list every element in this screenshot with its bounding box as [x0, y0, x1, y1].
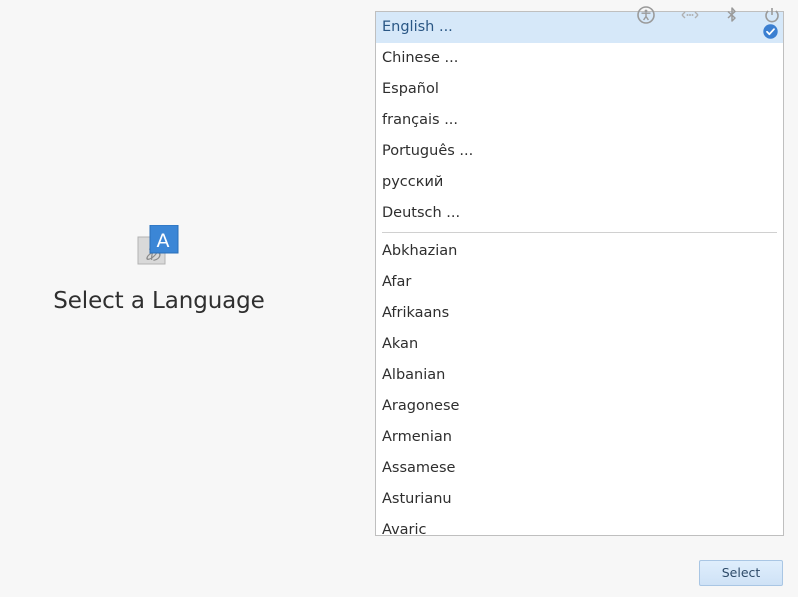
language-label: Português ... — [382, 143, 474, 159]
language-item[interactable]: Assamese — [376, 453, 783, 484]
power-icon[interactable] — [762, 5, 782, 25]
language-item[interactable]: Avaric — [376, 515, 783, 536]
language-label: Deutsch ... — [382, 205, 461, 221]
language-label: English ... — [382, 19, 453, 35]
language-item[interactable]: русский — [376, 167, 783, 198]
network-icon[interactable] — [679, 5, 699, 25]
language-label: Avaric — [382, 522, 427, 536]
language-item[interactable]: Español — [376, 74, 783, 105]
language-label: Español — [382, 81, 439, 97]
language-item[interactable]: Akan — [376, 329, 783, 360]
language-item[interactable]: Aragonese — [376, 391, 783, 422]
language-label: Aragonese — [382, 398, 460, 414]
language-item[interactable]: Deutsch ... — [376, 198, 783, 229]
language-item[interactable]: français ... — [376, 105, 783, 136]
language-selection-screen: あ A Select a Language English ... Chinese… — [0, 0, 798, 597]
language-label: Chinese ... — [382, 50, 459, 66]
language-item[interactable]: Albanian — [376, 360, 783, 391]
language-item[interactable]: Afrikaans — [376, 298, 783, 329]
language-label: Asturianu — [382, 491, 452, 507]
language-item[interactable]: Asturianu — [376, 484, 783, 515]
accessibility-icon[interactable] — [636, 5, 656, 25]
language-icon: あ A — [137, 224, 181, 267]
language-label: Afar — [382, 274, 412, 290]
language-label: français ... — [382, 112, 459, 128]
language-list[interactable]: English ... Chinese ... Español français ..… — [375, 11, 784, 536]
language-item[interactable]: Afar — [376, 267, 783, 298]
language-label: русский — [382, 174, 444, 190]
language-label: Assamese — [382, 460, 456, 476]
language-label: Abkhazian — [382, 243, 458, 259]
language-item[interactable]: Chinese ... — [376, 43, 783, 74]
list-divider — [382, 232, 777, 233]
page-title: Select a Language — [53, 288, 265, 314]
language-label: Akan — [382, 336, 419, 352]
select-button[interactable]: Select — [699, 560, 783, 586]
svg-text:A: A — [157, 230, 170, 252]
language-label: Afrikaans — [382, 305, 450, 321]
language-label: Albanian — [382, 367, 446, 383]
language-item[interactable]: Português ... — [376, 136, 783, 167]
language-item[interactable]: Armenian — [376, 422, 783, 453]
language-item[interactable]: Abkhazian — [376, 236, 783, 267]
language-label: Armenian — [382, 429, 452, 445]
bluetooth-icon[interactable] — [722, 5, 742, 25]
